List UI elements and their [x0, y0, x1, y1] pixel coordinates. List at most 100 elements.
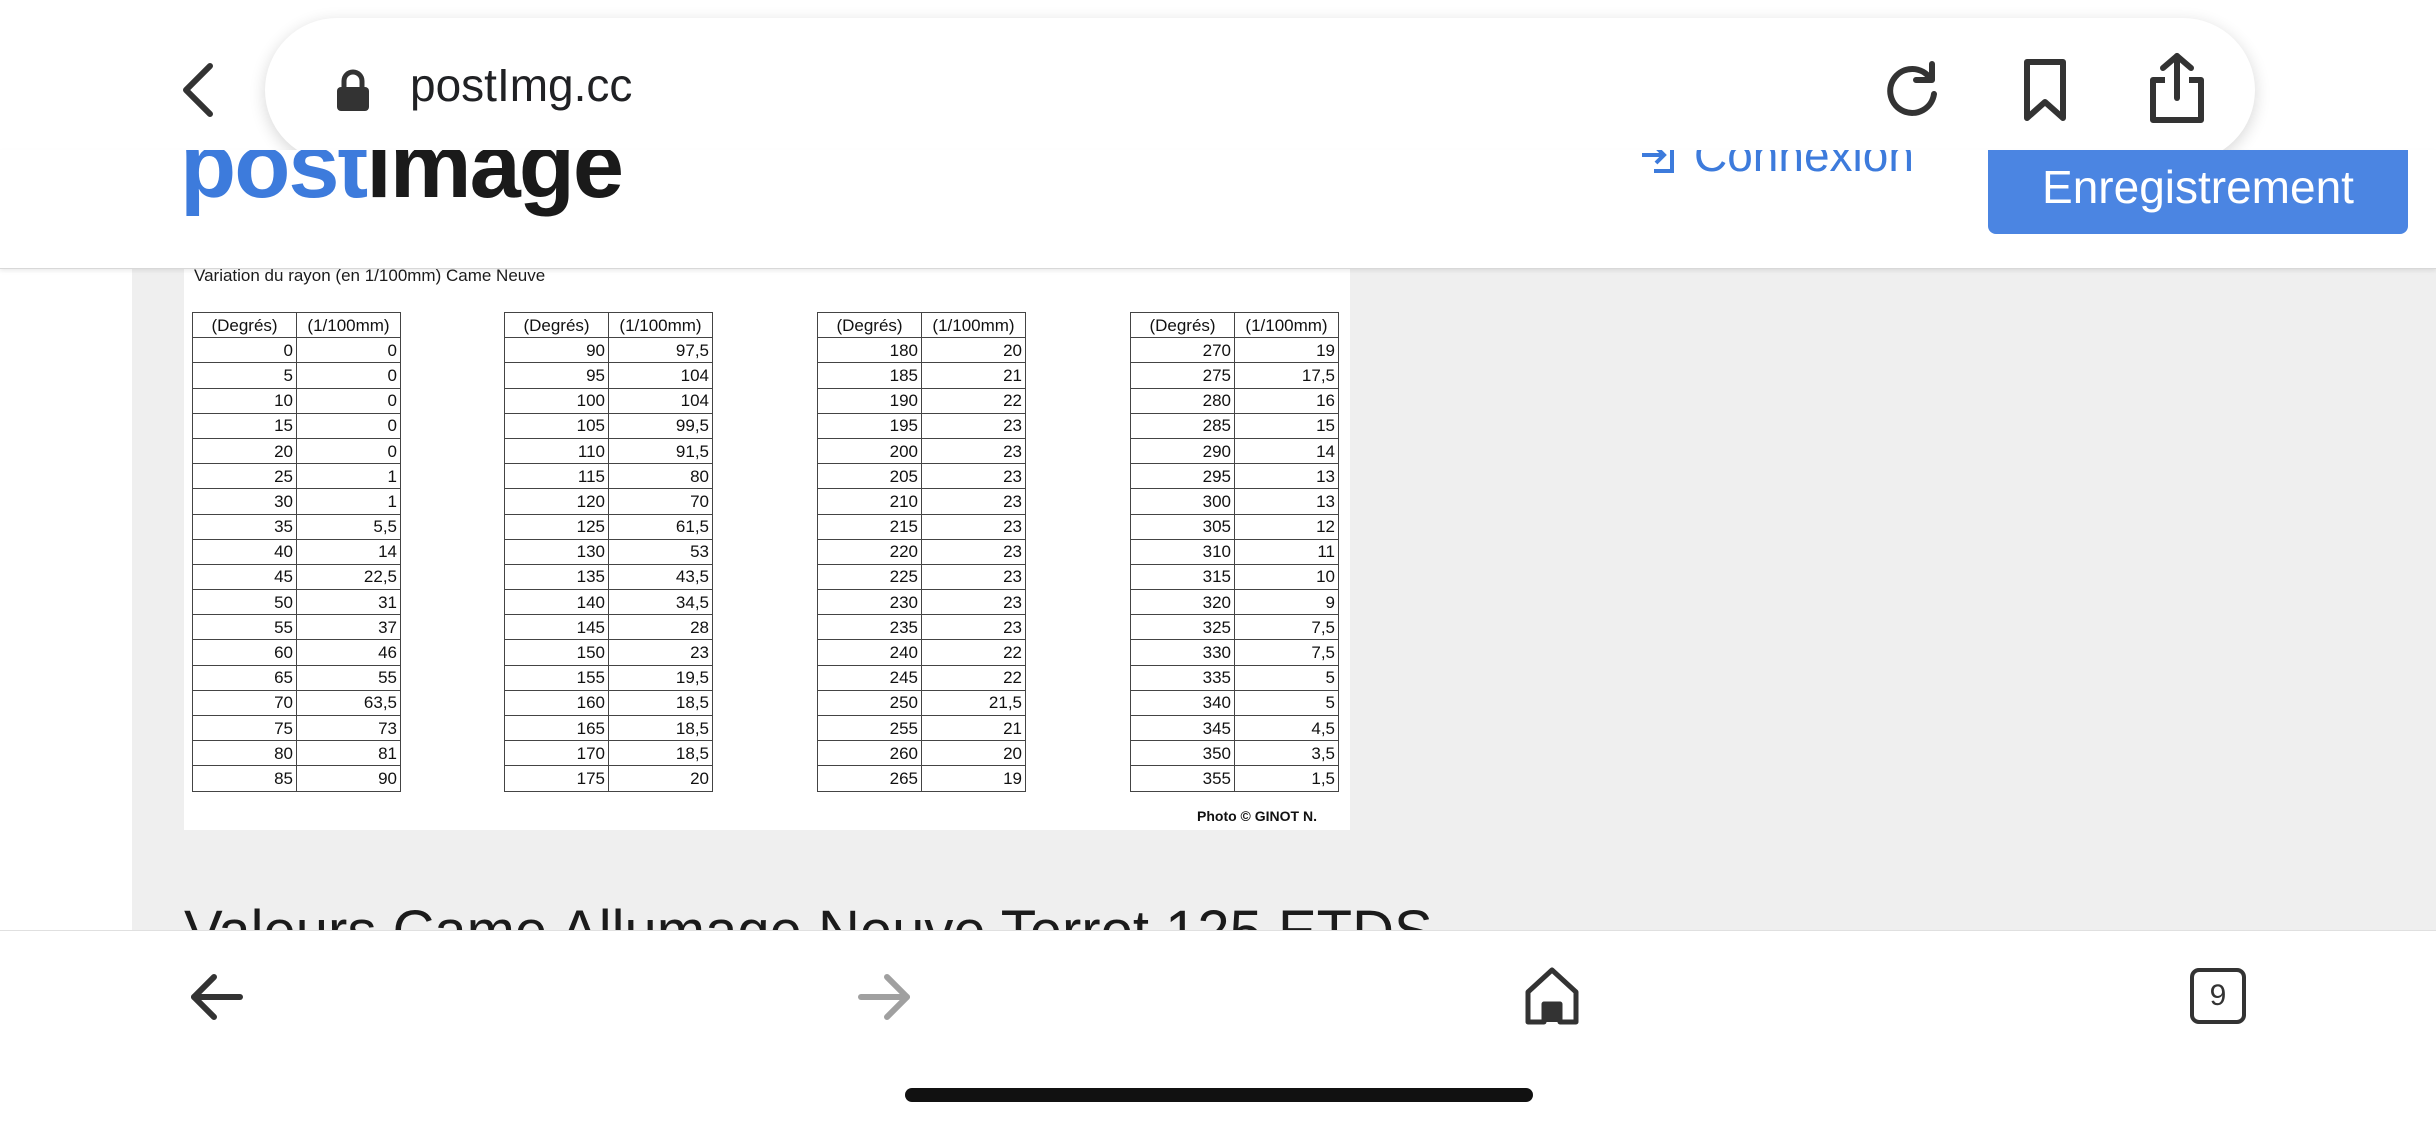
table-row: 55 37 [192, 614, 401, 641]
home-indicator[interactable] [905, 1088, 1533, 1102]
value-cell: 80 [608, 463, 713, 490]
value-cell: 34,5 [608, 589, 713, 616]
degrees-cell: 280 [1130, 387, 1235, 414]
degrees-cell: 285 [1130, 412, 1235, 439]
value-cell: 12 [1234, 513, 1339, 540]
degrees-cell: 55 [192, 614, 297, 641]
value-cell: 5 [1234, 664, 1339, 691]
value-table-3: (Degrés) (1/100mm) 180 20 185 21 190 22 195 23 20… [817, 311, 1026, 792]
table-row: 80 81 [192, 740, 401, 767]
site-logo[interactable]: postimage [180, 150, 624, 219]
degrees-cell: 350 [1130, 740, 1235, 767]
value-cell: 37 [296, 614, 401, 641]
value-cell: 18,5 [608, 689, 713, 717]
degrees-cell: 295 [1130, 463, 1235, 490]
table-row: 285 15 [1130, 412, 1339, 439]
degrees-cell: 15 [192, 412, 297, 439]
degrees-cell: 110 [504, 437, 609, 465]
table-row: 15 0 [192, 412, 401, 439]
table-row: 325 7,5 [1130, 614, 1339, 641]
table-row: 310 11 [1130, 538, 1339, 565]
share-icon[interactable] [2145, 52, 2209, 124]
address-bar[interactable]: postImg.cc [265, 18, 2255, 162]
degrees-cell: 45 [192, 563, 297, 591]
table-row: 235 23 [817, 614, 1026, 641]
value-cell: 19 [1234, 337, 1339, 364]
table-row: 350 3,5 [1130, 740, 1339, 767]
table-row: 175 20 [504, 765, 713, 792]
back-icon[interactable] [170, 60, 226, 120]
value-cell: 23 [921, 437, 1026, 465]
table-row: 215 23 [817, 513, 1026, 540]
table-row: 75 73 [192, 714, 401, 742]
login-label: Connexion [1694, 150, 1914, 181]
value-cell: 23 [921, 589, 1026, 616]
table-row: 210 23 [817, 488, 1026, 515]
register-button[interactable]: Enregistrement [1988, 150, 2408, 234]
degrees-cell: 65 [192, 664, 297, 691]
header-value: (1/100mm) [608, 311, 713, 339]
value-cell: 23 [921, 614, 1026, 641]
page-content: Variation du rayon (en 1/100mm) Came Neu… [132, 266, 2436, 964]
value-cell: 73 [296, 714, 401, 742]
table-row: 20 0 [192, 437, 401, 465]
value-cell: 97,5 [608, 337, 713, 364]
table-row: 280 16 [1130, 387, 1339, 414]
value-cell: 20 [608, 765, 713, 792]
value-table-1: (Degrés) (1/100mm) 0 0 5 0 10 0 15 0 20 0 25 1 30 1 35 5… [192, 311, 401, 792]
degrees-cell: 235 [817, 614, 922, 641]
value-cell: 11 [1234, 538, 1339, 565]
value-cell: 19,5 [608, 664, 713, 691]
degrees-cell: 230 [817, 589, 922, 616]
degrees-cell: 195 [817, 412, 922, 439]
table-row: 65 55 [192, 664, 401, 691]
reload-icon[interactable] [1880, 58, 1944, 122]
value-cell: 31 [296, 589, 401, 616]
degrees-cell: 120 [504, 488, 609, 515]
value-cell: 22 [921, 639, 1026, 666]
value-cell: 18,5 [608, 714, 713, 742]
value-cell: 55 [296, 664, 401, 691]
table-row: 305 12 [1130, 513, 1339, 540]
degrees-cell: 290 [1130, 437, 1235, 465]
value-cell: 9 [1234, 589, 1339, 616]
table-row: 220 23 [817, 538, 1026, 565]
degrees-cell: 335 [1130, 664, 1235, 691]
value-cell: 5 [1234, 689, 1339, 717]
table-row: 150 23 [504, 639, 713, 666]
degrees-cell: 210 [817, 488, 922, 515]
value-cell: 21 [921, 714, 1026, 742]
table-row: 160 18,5 [504, 689, 713, 717]
table-row: 60 46 [192, 639, 401, 666]
arrow-left-icon[interactable] [188, 969, 244, 1025]
table-row: 180 20 [817, 337, 1026, 364]
home-icon[interactable] [1524, 966, 1580, 1026]
value-cell: 70 [608, 488, 713, 515]
table-row: 85 90 [192, 765, 401, 792]
table-row: 230 23 [817, 589, 1026, 616]
degrees-cell: 200 [817, 437, 922, 465]
table-row: 95 104 [504, 362, 713, 389]
tabs-button[interactable]: 9 [2190, 968, 2246, 1024]
degrees-cell: 225 [817, 563, 922, 591]
degrees-cell: 20 [192, 437, 297, 465]
bookmark-icon[interactable] [2017, 58, 2073, 122]
value-cell: 23 [921, 412, 1026, 439]
login-link[interactable]: Connexion [1640, 150, 1914, 182]
value-cell: 23 [921, 513, 1026, 540]
degrees-cell: 30 [192, 488, 297, 515]
value-cell: 28 [608, 614, 713, 641]
table-row: 100 104 [504, 387, 713, 414]
header-degrees: (Degrés) [817, 311, 922, 339]
degrees-cell: 95 [504, 362, 609, 389]
table-photo[interactable]: Variation du rayon (en 1/100mm) Came Neu… [184, 266, 1350, 830]
table-row: 25 1 [192, 463, 401, 490]
table-row: 320 9 [1130, 589, 1339, 616]
value-cell: 0 [296, 412, 401, 439]
url-text[interactable]: postImg.cc [410, 58, 632, 112]
table-row: 50 [192, 362, 401, 389]
degrees-cell: 50 [192, 589, 297, 616]
value-cell: 13 [1234, 463, 1339, 490]
degrees-cell: 310 [1130, 538, 1235, 565]
arrow-right-icon[interactable] [857, 969, 913, 1025]
